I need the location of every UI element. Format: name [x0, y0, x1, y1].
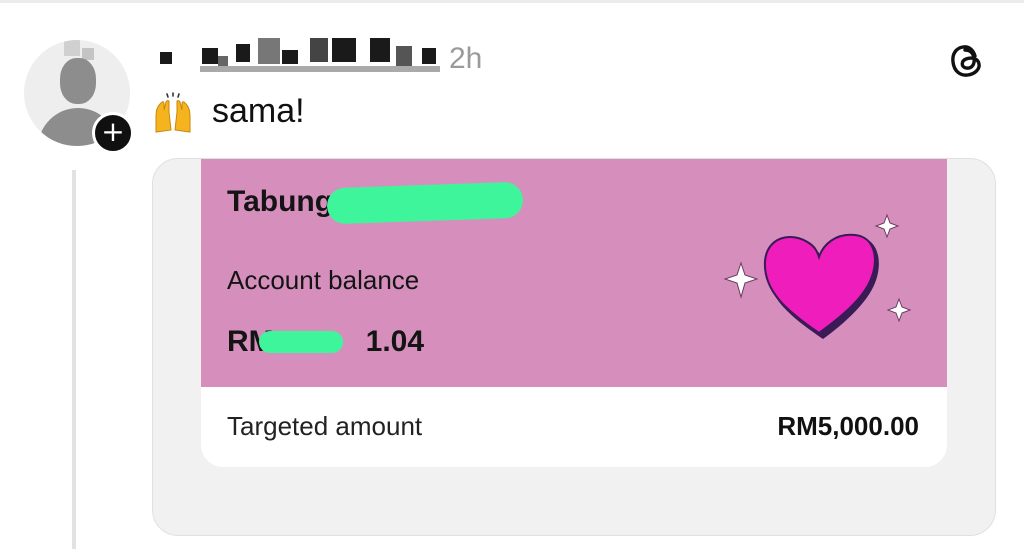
target-label: Targeted amount — [227, 411, 423, 441]
balance-tail: 1.04 — [365, 325, 425, 358]
post-image[interactable]: Tabung Account balance RM 1.04 Targeted a… — [152, 158, 996, 536]
raising-hands-icon — [155, 92, 191, 133]
redaction-mark — [259, 331, 343, 353]
post-timestamp: 2h — [449, 42, 483, 75]
post-text: sama! — [212, 92, 305, 130]
heart-icon — [723, 213, 912, 339]
plus-icon: + — [101, 115, 125, 148]
top-divider — [0, 0, 1024, 3]
target-value: RM5,000.00 — [777, 411, 919, 441]
thread-line — [72, 170, 76, 549]
follow-button[interactable]: + — [92, 112, 134, 154]
balance-label: Account balance — [227, 265, 420, 295]
avatar-pixelation — [64, 40, 80, 56]
redaction-mark — [326, 181, 524, 225]
avatar-head-silhouette — [60, 58, 96, 104]
threads-logo-icon[interactable] — [946, 40, 988, 82]
savings-card-header: Tabung Account balance RM 1.04 — [201, 159, 947, 387]
savings-goal-card: Tabung Account balance RM 1.04 Targeted a… — [201, 159, 947, 467]
savings-goal-title: Tabung — [227, 185, 334, 218]
username-redacted[interactable] — [160, 38, 445, 74]
